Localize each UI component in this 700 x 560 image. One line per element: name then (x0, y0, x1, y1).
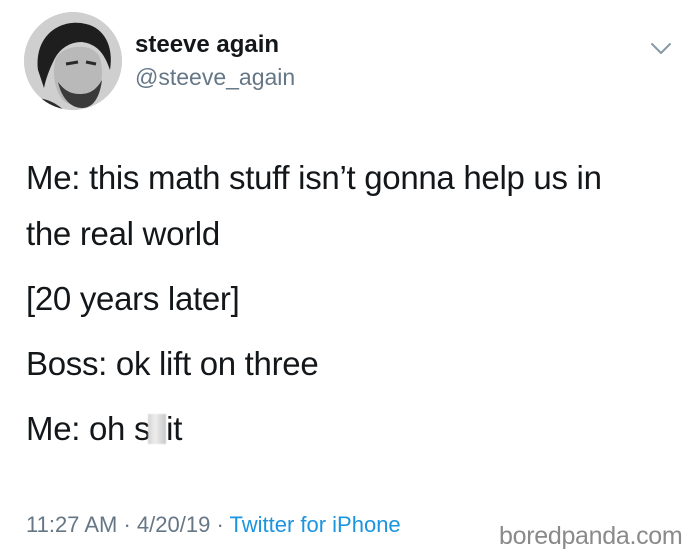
tweet-text-part: it (166, 410, 183, 447)
watermark: boredpanda.com (499, 522, 683, 550)
tweet-text-part: Me: oh s (26, 410, 151, 447)
tweet-time[interactable]: 11:27 AM (26, 512, 117, 537)
chevron-down-icon[interactable] (648, 38, 674, 58)
tweet-text: Me: this math stuff isn’t gonna help us … (26, 150, 686, 457)
tweet-line: Me: this math stuff isn’t gonna help us … (26, 159, 602, 196)
user-handle[interactable]: @steeve_again (135, 63, 295, 91)
meta-separator: · (216, 512, 224, 537)
tweet-date[interactable]: 4/20/19 (137, 512, 210, 537)
tweet-source-link[interactable]: Twitter for iPhone (229, 512, 400, 537)
censor-blur (148, 414, 167, 444)
tweet-meta: 11:27 AM · 4/20/19 · Twitter for iPhone (26, 510, 401, 540)
display-name[interactable]: steeve again (135, 30, 279, 60)
tweet-card: steeve again @steeve_again Me: this math… (0, 0, 700, 560)
tweet-line: [20 years later] (26, 280, 240, 317)
avatar[interactable] (24, 12, 122, 110)
tweet-line: Boss: ok lift on three (26, 345, 319, 382)
meta-separator: · (123, 512, 131, 537)
tweet-line: Me: oh s it (26, 401, 686, 457)
avatar-image (24, 12, 122, 110)
tweet-line: the real world (26, 215, 220, 252)
